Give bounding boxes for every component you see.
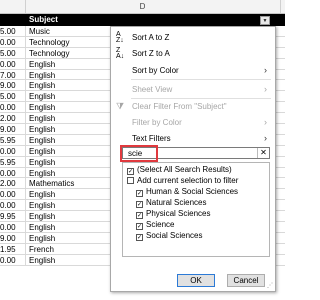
checkbox-label: Physical Sciences xyxy=(146,209,211,218)
submenu-arrow-icon: › xyxy=(264,133,267,143)
row-number-cell[interactable]: 0.00 xyxy=(0,169,19,178)
checkbox-human-social-sciences[interactable]: ✓ Human & Social Sciences xyxy=(136,187,238,197)
row-number-cell[interactable]: 7.00 xyxy=(0,71,19,80)
header-row: Subject ▼ xyxy=(0,14,285,26)
row-number-cell[interactable]: 0.00 xyxy=(0,201,19,210)
text-filters-label: Text Filters xyxy=(132,134,171,143)
subject-cell[interactable]: English xyxy=(29,190,55,199)
search-highlight-box xyxy=(120,145,158,162)
sort-ascending-icon: A Z↓ xyxy=(116,31,124,44)
text-filters-item[interactable]: Text Filters › xyxy=(111,131,275,146)
checkbox-label: Science xyxy=(146,220,175,229)
filter-by-color-item: Filter by Color › xyxy=(111,115,275,130)
column-header-bar: D xyxy=(0,0,285,14)
row-number-cell[interactable]: 5.00 xyxy=(0,49,19,58)
subject-cell[interactable]: Mathematics xyxy=(29,179,74,188)
subject-cell[interactable]: English xyxy=(29,147,55,156)
checkbox-label: Add current selection to filter xyxy=(137,176,239,185)
subject-cell[interactable]: English xyxy=(29,114,55,123)
row-number-cell[interactable]: 0.00 xyxy=(0,223,19,232)
subject-cell[interactable]: English xyxy=(29,234,55,243)
subject-cell[interactable]: English xyxy=(29,212,55,221)
autofilter-panel: A Z↓ Sort A to Z Z A↓ Sort Z to A Sort by … xyxy=(110,26,276,292)
sheet-view-item: Sheet View › xyxy=(111,82,275,97)
checkbox-checked-icon: ✓ xyxy=(127,168,134,175)
subject-cell[interactable]: English xyxy=(29,60,55,69)
sort-by-color-item[interactable]: Sort by Color › xyxy=(111,63,275,78)
clear-search-icon[interactable]: ✕ xyxy=(257,148,269,158)
row-number-cell[interactable]: 5.95 xyxy=(0,136,19,145)
checkbox-social-sciences[interactable]: ✓ Social Sciences xyxy=(136,231,202,241)
row-number-cell[interactable]: 9.00 xyxy=(0,81,19,90)
row-number-cell[interactable]: 0.00 xyxy=(0,190,19,199)
checkbox-physical-sciences[interactable]: ✓ Physical Sciences xyxy=(136,209,210,219)
checkbox-checked-icon: ✓ xyxy=(136,234,143,241)
checkbox-label: Natural Sciences xyxy=(146,198,207,207)
clear-filter-item: ⧩ Clear Filter From "Subject" xyxy=(111,99,275,114)
row-number-cell[interactable]: 0.00 xyxy=(0,103,19,112)
subject-cell[interactable]: English xyxy=(29,125,55,134)
subject-cell[interactable]: English xyxy=(29,223,55,232)
submenu-arrow-icon: › xyxy=(264,65,267,75)
row-number-cell[interactable]: 2.00 xyxy=(0,114,19,123)
sort-z-to-a-item[interactable]: Z A↓ Sort Z to A xyxy=(111,46,275,61)
ok-button[interactable]: OK xyxy=(177,274,215,287)
subject-cell[interactable]: English xyxy=(29,92,55,101)
subject-cell[interactable]: English xyxy=(29,103,55,112)
sort-z-to-a-label: Sort Z to A xyxy=(132,49,170,58)
subject-cell[interactable]: English xyxy=(29,256,55,265)
clear-filter-funnel-icon: ⧩ xyxy=(116,101,125,111)
column-letter[interactable]: D xyxy=(0,2,285,11)
filter-dropdown-button[interactable]: ▼ xyxy=(260,16,270,25)
subject-cell[interactable]: English xyxy=(29,136,55,145)
checkbox-checked-icon: ✓ xyxy=(136,212,143,219)
sort-by-color-label: Sort by Color xyxy=(132,66,179,75)
sort-a-to-z-item[interactable]: A Z↓ Sort A to Z xyxy=(111,30,275,45)
checkbox-unchecked-icon xyxy=(127,177,134,184)
checkbox-science[interactable]: ✓ Science xyxy=(136,220,174,230)
clear-filter-label: Clear Filter From "Subject" xyxy=(132,102,227,111)
filter-by-color-label: Filter by Color xyxy=(132,118,182,127)
cancel-button[interactable]: Cancel xyxy=(227,274,265,287)
row-number-cell[interactable]: 5.95 xyxy=(0,158,19,167)
row-number-cell[interactable]: 9.00 xyxy=(0,234,19,243)
checkbox-label: (Select All Search Results) xyxy=(137,165,232,174)
subject-header-cell[interactable]: Subject xyxy=(29,15,58,24)
menu-divider xyxy=(131,79,271,80)
sheet-view-label: Sheet View xyxy=(132,85,173,94)
submenu-arrow-icon: › xyxy=(264,117,267,127)
subject-cell[interactable]: French xyxy=(29,245,54,254)
subject-cell[interactable]: English xyxy=(29,81,55,90)
row-number-cell[interactable]: 2.00 xyxy=(0,179,19,188)
checkbox-natural-sciences[interactable]: ✓ Natural Sciences xyxy=(136,198,206,208)
filter-values-list: ✓ (Select All Search Results) Add current… xyxy=(122,162,270,257)
checkbox-label: Social Sciences xyxy=(146,231,203,240)
row-number-cell[interactable]: 0.00 xyxy=(0,147,19,156)
row-number-cell[interactable]: 1.95 xyxy=(0,245,19,254)
checkbox-add-selection[interactable]: Add current selection to filter xyxy=(127,176,238,186)
subject-cell[interactable]: English xyxy=(29,158,55,167)
row-number-cell[interactable]: 9.00 xyxy=(0,125,19,134)
row-number-cell[interactable]: 0.00 xyxy=(0,38,19,47)
subject-cell[interactable]: Music xyxy=(29,27,50,36)
row-number-cell[interactable]: 0.00 xyxy=(0,60,19,69)
row-number-cell[interactable]: 5.00 xyxy=(0,27,19,36)
sort-descending-icon: Z A↓ xyxy=(116,47,125,60)
checkbox-label: Human & Social Sciences xyxy=(146,187,239,196)
checkbox-select-all-results[interactable]: ✓ (Select All Search Results) xyxy=(127,165,232,175)
row-number-cell[interactable]: 0.00 xyxy=(0,256,19,265)
sort-a-to-z-label: Sort A to Z xyxy=(132,33,170,42)
subject-cell[interactable]: English xyxy=(29,201,55,210)
resize-grip-icon[interactable]: ⋰ xyxy=(267,282,273,289)
checkbox-checked-icon: ✓ xyxy=(136,190,143,197)
checkbox-checked-icon: ✓ xyxy=(136,223,143,230)
subject-cell[interactable]: Technology xyxy=(29,38,69,47)
subject-cell[interactable]: Technology xyxy=(29,49,69,58)
subject-cell[interactable]: English xyxy=(29,71,55,80)
checkbox-checked-icon: ✓ xyxy=(136,201,143,208)
submenu-arrow-icon: › xyxy=(264,84,267,94)
row-number-cell[interactable]: 9.95 xyxy=(0,212,19,221)
row-number-cell[interactable]: 5.00 xyxy=(0,92,19,101)
subject-cell[interactable]: English xyxy=(29,169,55,178)
